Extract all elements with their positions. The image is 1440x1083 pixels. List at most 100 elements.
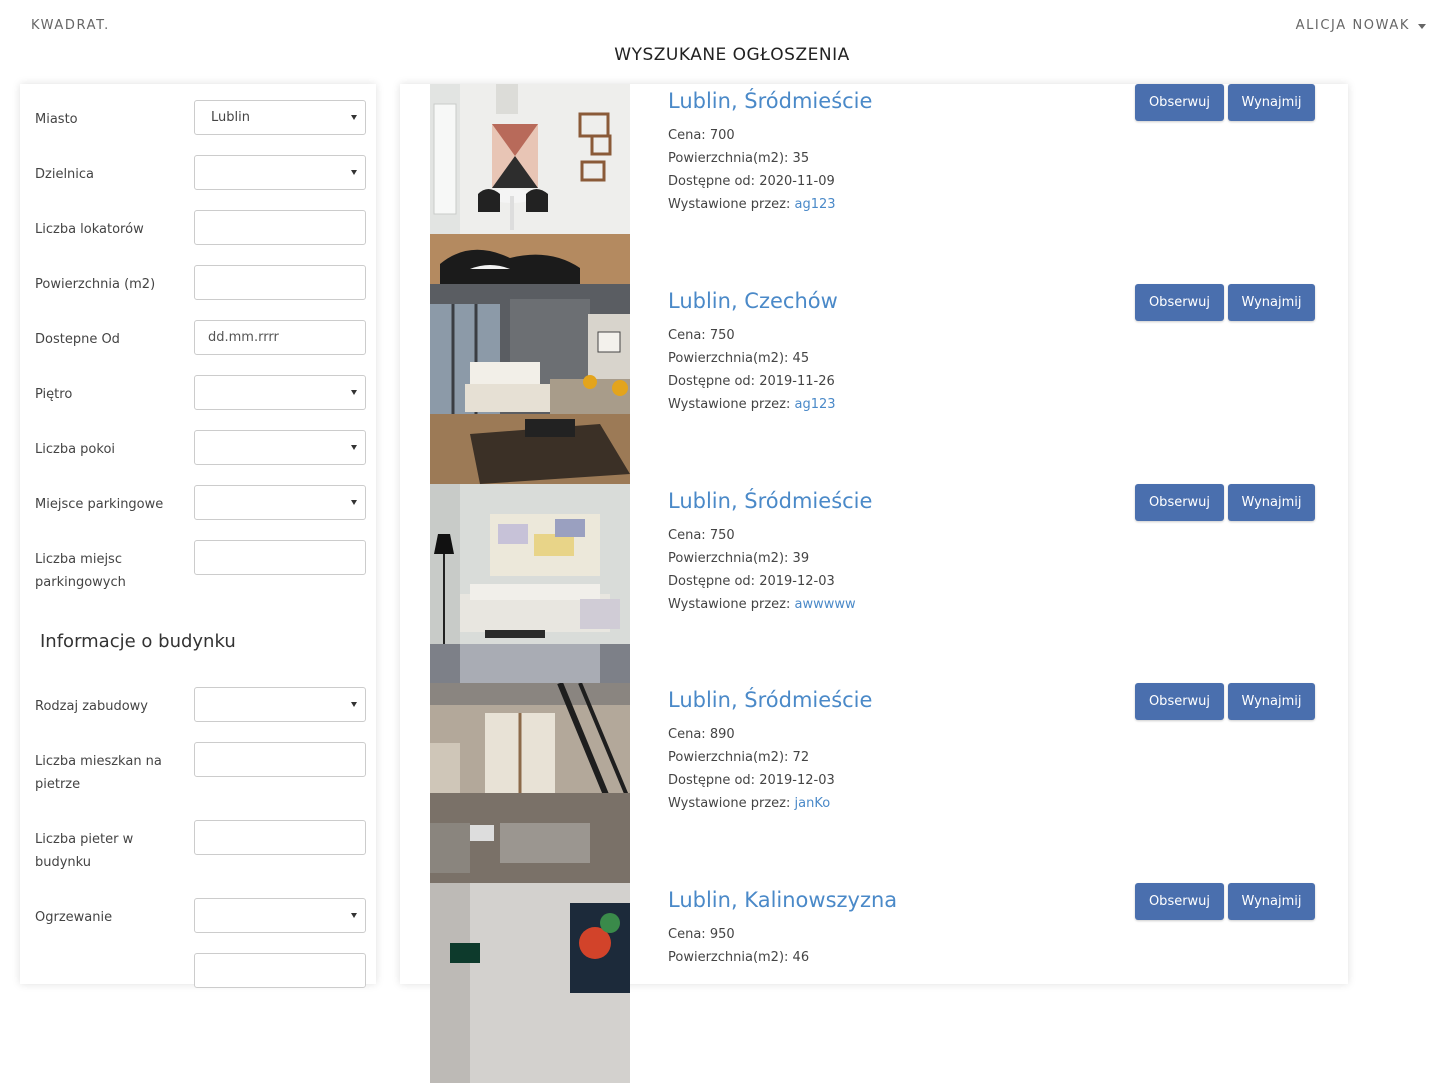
listing-area: Powierzchnia(m2): 72 bbox=[668, 750, 809, 765]
parking-select[interactable] bbox=[194, 485, 366, 520]
available-label: Dostępne od: bbox=[668, 174, 756, 189]
owner-link[interactable]: janKo bbox=[795, 796, 831, 811]
watch-button[interactable]: Obserwuj bbox=[1135, 883, 1224, 920]
price-value: 950 bbox=[709, 927, 735, 942]
area-value: 39 bbox=[792, 551, 810, 566]
listing-owner: Wystawione przez: janKo bbox=[668, 796, 830, 811]
filter-label: Rodzaj zabudowy bbox=[35, 699, 149, 714]
listing-price: Cena: 890 bbox=[668, 727, 735, 742]
available-value: 2020-11-09 bbox=[759, 174, 835, 189]
area-label: Powierzchnia(m2): bbox=[668, 551, 789, 566]
rent-button[interactable]: Wynajmij bbox=[1228, 84, 1315, 121]
area-value: 72 bbox=[792, 750, 810, 765]
heating-select[interactable] bbox=[194, 898, 366, 933]
listing-card: Lublin, Czechów Cena: 750 Powierzchnia(m… bbox=[430, 284, 1330, 484]
brand-logo[interactable]: KWADRAT. bbox=[31, 18, 110, 33]
filter-label: Powierzchnia (m2) bbox=[35, 277, 156, 292]
area-value: 35 bbox=[792, 151, 810, 166]
listing-photo[interactable] bbox=[430, 84, 630, 284]
district-select[interactable] bbox=[194, 155, 366, 190]
area-label: Powierzchnia(m2): bbox=[668, 351, 789, 366]
price-label: Cena: bbox=[668, 927, 706, 942]
listing-area: Powierzchnia(m2): 35 bbox=[668, 151, 809, 166]
price-value: 890 bbox=[709, 727, 735, 742]
listing-price: Cena: 700 bbox=[668, 128, 735, 143]
listing-available: Dostępne od: 2020-11-09 bbox=[668, 174, 835, 189]
floor-select[interactable] bbox=[194, 375, 366, 410]
listing-area: Powierzchnia(m2): 39 bbox=[668, 551, 809, 566]
filter-label: Dostepne Od bbox=[35, 332, 120, 347]
city-select[interactable]: Lublin bbox=[194, 100, 366, 135]
available-label: Dostępne od: bbox=[668, 773, 756, 788]
listing-photo[interactable] bbox=[430, 683, 630, 883]
listing-owner: Wystawione przez: awwwww bbox=[668, 597, 856, 612]
area-input[interactable] bbox=[194, 265, 366, 300]
rent-button[interactable]: Wynajmij bbox=[1228, 484, 1315, 521]
available-value: 2019-11-26 bbox=[759, 374, 835, 389]
listing-title[interactable]: Lublin, Śródmieście bbox=[668, 89, 872, 113]
filter-label: Liczba pokoi bbox=[35, 442, 116, 457]
filter-label: Liczba lokatorów bbox=[35, 222, 144, 237]
rent-button[interactable]: Wynajmij bbox=[1228, 284, 1315, 321]
filter-label: Liczba miejsc parkingowych bbox=[35, 552, 126, 590]
available-value: 2019-12-03 bbox=[759, 574, 835, 589]
listing-available: Dostępne od: 2019-12-03 bbox=[668, 773, 835, 788]
user-menu[interactable]: ALICJA NOWAK bbox=[1296, 18, 1426, 33]
listing-title[interactable]: Lublin, Kalinowszyzna bbox=[668, 888, 897, 912]
rooms-select[interactable] bbox=[194, 430, 366, 465]
owner-link[interactable]: ag123 bbox=[795, 197, 836, 212]
available-date-input[interactable]: dd.mm.rrrr bbox=[194, 320, 366, 355]
price-label: Cena: bbox=[668, 328, 706, 343]
available-value: 2019-12-03 bbox=[759, 773, 835, 788]
rent-button[interactable]: Wynajmij bbox=[1228, 683, 1315, 720]
listing-title[interactable]: Lublin, Śródmieście bbox=[668, 489, 872, 513]
listings-panel: Lublin, Śródmieście Cena: 700 Powierzchn… bbox=[400, 84, 1348, 1083]
owner-link[interactable]: ag123 bbox=[795, 397, 836, 412]
area-label: Powierzchnia(m2): bbox=[668, 151, 789, 166]
listing-owner: Wystawione przez: ag123 bbox=[668, 197, 836, 212]
available-label: Dostępne od: bbox=[668, 574, 756, 589]
listing-area: Powierzchnia(m2): 45 bbox=[668, 351, 809, 366]
building-section-heading: Informacje o budynku bbox=[40, 631, 236, 652]
filter-label: Liczba mieszkan na pietrze bbox=[35, 754, 162, 792]
owner-label: Wystawione przez: bbox=[668, 197, 791, 212]
owner-label: Wystawione przez: bbox=[668, 597, 791, 612]
floors-in-building-input[interactable] bbox=[194, 820, 366, 855]
owner-link[interactable]: awwwww bbox=[795, 597, 856, 612]
listing-photo[interactable] bbox=[430, 284, 630, 484]
flats-per-floor-input[interactable] bbox=[194, 742, 366, 777]
tenants-input[interactable] bbox=[194, 210, 366, 245]
area-value: 45 bbox=[792, 351, 810, 366]
listing-photo[interactable] bbox=[430, 484, 630, 684]
building-type-select[interactable] bbox=[194, 687, 366, 722]
area-label: Powierzchnia(m2): bbox=[668, 750, 789, 765]
listing-card: Lublin, Kalinowszyzna Cena: 950 Powierzc… bbox=[430, 883, 1330, 1083]
filter-label: Dzielnica bbox=[35, 167, 95, 182]
filter-label: Miejsce parkingowe bbox=[35, 497, 164, 512]
filter-city: Miasto Lublin bbox=[35, 100, 368, 140]
watch-button[interactable]: Obserwuj bbox=[1135, 484, 1224, 521]
parking-count-input[interactable] bbox=[194, 540, 366, 575]
listing-card: Lublin, Śródmieście Cena: 750 Powierzchn… bbox=[430, 484, 1330, 684]
listing-photo[interactable] bbox=[430, 883, 630, 1083]
listing-price: Cena: 950 bbox=[668, 927, 735, 942]
user-name: ALICJA NOWAK bbox=[1295, 18, 1410, 33]
filter-label: Ogrzewanie bbox=[35, 910, 113, 925]
listing-owner: Wystawione przez: ag123 bbox=[668, 397, 836, 412]
listing-price: Cena: 750 bbox=[668, 328, 735, 343]
filter-label: Liczba pieter w budynku bbox=[35, 832, 134, 870]
listing-available: Dostępne od: 2019-11-26 bbox=[668, 374, 835, 389]
available-label: Dostępne od: bbox=[668, 374, 756, 389]
listing-title[interactable]: Lublin, Czechów bbox=[668, 289, 838, 313]
watch-button[interactable]: Obserwuj bbox=[1135, 84, 1224, 121]
filter-label: Piętro bbox=[35, 387, 73, 402]
listing-card: Lublin, Śródmieście Cena: 890 Powierzchn… bbox=[430, 683, 1330, 883]
next-filter-input[interactable] bbox=[194, 953, 366, 988]
listing-title[interactable]: Lublin, Śródmieście bbox=[668, 688, 872, 712]
listing-price: Cena: 750 bbox=[668, 528, 735, 543]
price-label: Cena: bbox=[668, 727, 706, 742]
rent-button[interactable]: Wynajmij bbox=[1228, 883, 1315, 920]
filter-label: Miasto bbox=[35, 112, 78, 127]
watch-button[interactable]: Obserwuj bbox=[1135, 683, 1224, 720]
watch-button[interactable]: Obserwuj bbox=[1135, 284, 1224, 321]
